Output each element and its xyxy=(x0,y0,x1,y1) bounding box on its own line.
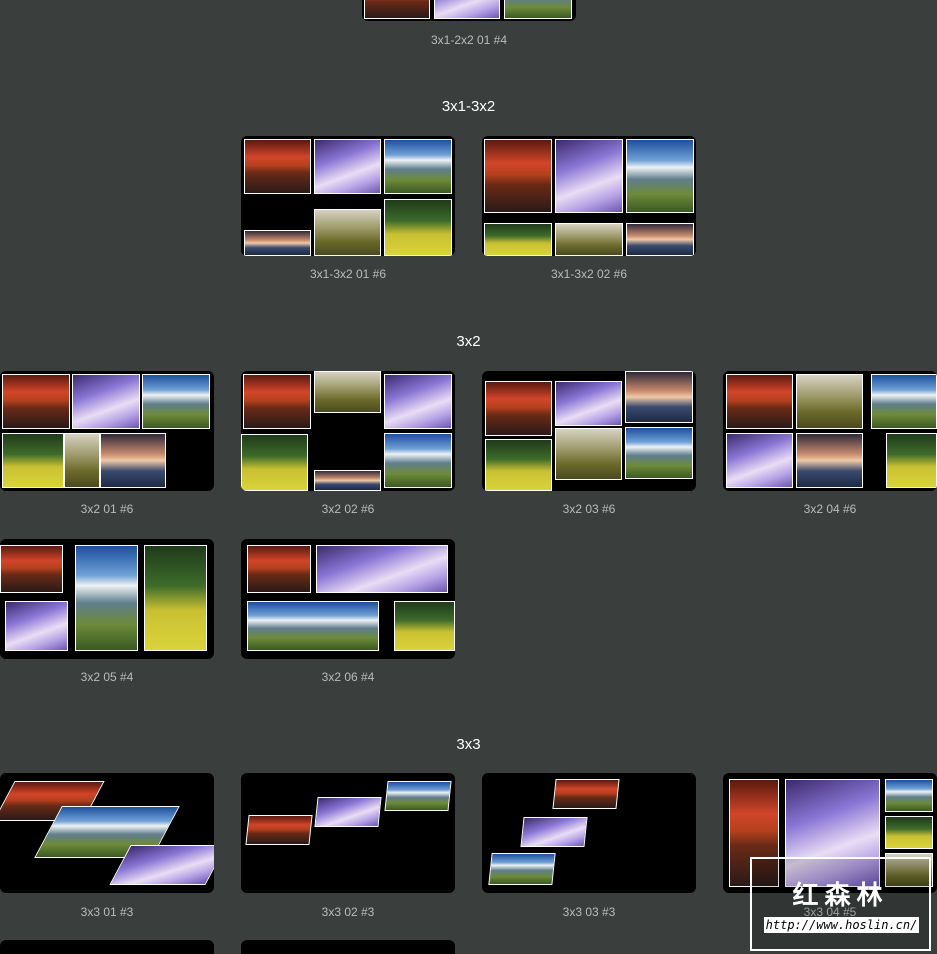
photo xyxy=(384,781,452,811)
photo xyxy=(488,853,556,885)
photo xyxy=(64,433,100,488)
template-thumbnail[interactable] xyxy=(0,371,214,491)
template-thumbnail[interactable] xyxy=(241,539,455,659)
template-thumbnail[interactable] xyxy=(241,136,455,256)
photo xyxy=(885,779,933,812)
photo xyxy=(247,601,379,651)
section-title: 3x1-3x2 xyxy=(441,98,496,115)
photo xyxy=(555,381,622,426)
template-thumbnail[interactable] xyxy=(482,773,696,893)
photo xyxy=(314,209,381,256)
template-caption: 3x2 04 #6 xyxy=(803,502,857,516)
photo xyxy=(796,433,863,488)
photo xyxy=(314,797,382,827)
template-caption: 3x3 03 #3 xyxy=(562,905,616,919)
photo xyxy=(0,545,63,593)
photo xyxy=(5,601,68,651)
template-caption: 3x1-3x2 01 #6 xyxy=(309,267,387,281)
template-caption: 3x3 02 #3 xyxy=(321,905,375,919)
photo xyxy=(626,223,694,256)
photo xyxy=(886,433,937,488)
photo xyxy=(2,433,64,488)
photo xyxy=(144,545,207,651)
photo xyxy=(555,223,623,256)
photo xyxy=(485,439,552,491)
photo xyxy=(241,434,308,491)
photo-lake xyxy=(504,0,572,19)
template-thumbnail[interactable] xyxy=(241,940,455,954)
template-caption: 3x2 03 #6 xyxy=(562,502,616,516)
photo xyxy=(384,199,452,256)
watermark-logo-text: 红森林 xyxy=(792,880,889,910)
photo xyxy=(247,545,311,593)
photo xyxy=(384,139,452,194)
section-title: 3x2 xyxy=(456,333,481,350)
template-caption: 3x1-2x2 01 #4 xyxy=(430,33,508,47)
template-thumbnail[interactable] xyxy=(0,773,214,893)
photo xyxy=(314,139,381,194)
template-thumbnail[interactable] xyxy=(241,773,455,893)
photo xyxy=(726,433,793,488)
photo xyxy=(72,374,140,429)
photo-mountain xyxy=(364,0,430,19)
photo xyxy=(2,374,70,429)
template-thumbnail[interactable] xyxy=(0,940,214,954)
photo xyxy=(625,427,693,479)
section-title: 3x3 xyxy=(456,736,481,753)
template-caption: 3x1-3x2 02 #6 xyxy=(550,267,628,281)
photo xyxy=(871,374,937,429)
template-thumbnail[interactable] xyxy=(482,136,696,256)
template-caption: 3x2 02 #6 xyxy=(321,502,375,516)
photo xyxy=(314,470,381,491)
photo xyxy=(555,428,622,480)
photo xyxy=(243,374,311,429)
photo xyxy=(485,381,552,436)
photo xyxy=(484,223,552,256)
photo xyxy=(384,374,452,429)
photo xyxy=(555,139,623,213)
template-caption: 3x2 06 #4 xyxy=(321,670,375,684)
template-thumbnail[interactable] xyxy=(0,539,214,659)
photo xyxy=(552,779,620,809)
photo xyxy=(384,433,452,488)
photo xyxy=(245,815,313,845)
template-caption: 3x2 05 #4 xyxy=(80,670,134,684)
photo xyxy=(796,374,863,429)
photo xyxy=(625,371,693,423)
template-caption: 3x3 01 #3 xyxy=(80,905,134,919)
photo xyxy=(885,816,933,849)
photo xyxy=(100,433,166,488)
photo xyxy=(394,601,455,651)
template-thumbnail[interactable] xyxy=(723,371,937,491)
photo xyxy=(484,139,552,213)
photo xyxy=(520,817,588,847)
photo xyxy=(314,371,381,413)
photo xyxy=(726,374,793,429)
photo xyxy=(142,374,210,429)
template-thumbnail[interactable] xyxy=(362,0,576,21)
template-caption: 3x2 01 #6 xyxy=(80,502,134,516)
photo xyxy=(244,230,311,256)
watermark: 红森林 http://www.hoslin.cn/ xyxy=(750,857,931,951)
template-thumbnail[interactable] xyxy=(482,371,696,491)
photo xyxy=(244,139,311,194)
photo xyxy=(626,139,694,213)
photo-snow xyxy=(434,0,500,19)
photo xyxy=(316,545,448,593)
template-thumbnail[interactable] xyxy=(241,371,455,491)
photo xyxy=(75,545,138,651)
watermark-url: http://www.hoslin.cn/ xyxy=(764,917,919,933)
